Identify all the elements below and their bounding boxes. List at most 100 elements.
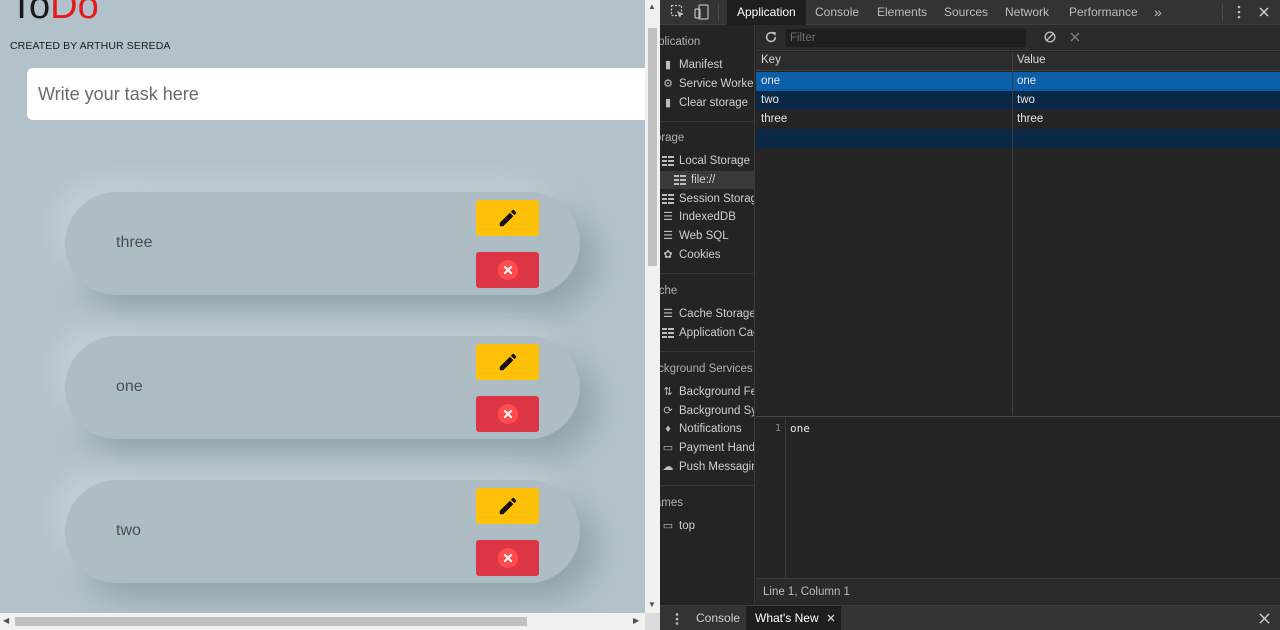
sidebar-item-label: Manifest (679, 59, 723, 71)
table-row[interactable]: three three (756, 110, 1280, 129)
app-subtitle: CREATED BY ARTHUR SEREDA (10, 40, 171, 52)
sidebar-item-file-origin[interactable]: file:// (660, 171, 754, 189)
app-title-part1: To (10, 0, 51, 27)
sidebar-item-label: Local Storage (679, 155, 750, 167)
sidebar-item-push-messaging[interactable]: ☁ Push Messaging (662, 458, 755, 476)
row-value: three (1017, 113, 1044, 125)
scroll-left-arrow-icon[interactable]: ◀ (3, 616, 9, 625)
edit-task-button[interactable] (476, 344, 539, 380)
scroll-down-arrow-icon[interactable]: ▼ (648, 600, 656, 609)
sidebar-divider (660, 485, 754, 486)
sidebar-item-web-sql[interactable]: ☰ Web SQL (662, 227, 729, 245)
edit-task-button[interactable] (476, 200, 539, 236)
kebab-menu-icon[interactable] (1230, 4, 1248, 20)
table-header: Key Value (756, 52, 1280, 71)
delete-selected-icon[interactable] (1069, 31, 1081, 43)
drawer-tab-whats-new[interactable]: What's New (746, 606, 841, 630)
scroll-right-arrow-icon[interactable]: ▶ (633, 616, 639, 625)
sidebar-item-label: Notifications (679, 423, 742, 435)
arrows-updown-icon: ⇅ (663, 386, 673, 398)
line-number: 1 (774, 423, 781, 434)
table-icon (662, 156, 674, 166)
sidebar-item-background-sync[interactable]: ⟳ Background Sync (662, 402, 754, 420)
delete-task-button[interactable] (476, 396, 539, 432)
refresh-icon[interactable] (764, 30, 778, 44)
scroll-up-arrow-icon[interactable]: ▲ (648, 2, 656, 11)
table-icon (662, 328, 674, 338)
task-input[interactable] (27, 68, 645, 120)
sidebar-item-label: Cookies (679, 249, 721, 261)
sidebar-item-session-storage[interactable]: Session Storage (662, 190, 754, 208)
column-header-value[interactable]: Value (1017, 54, 1046, 66)
sidebar-item-label: IndexedDB (679, 211, 736, 223)
table-icon (674, 175, 686, 185)
delete-task-button[interactable] (476, 540, 539, 576)
delete-task-button[interactable] (476, 252, 539, 288)
close-icon (497, 404, 518, 424)
storage-view: Key Value one one two two three three 1 … (756, 25, 1280, 605)
tab-console[interactable]: Console (805, 0, 869, 25)
horizontal-scrollbar[interactable]: ◀ ▶ (0, 613, 645, 630)
trash-icon: ▮ (664, 97, 672, 109)
local-storage-table: Key Value one one two two three three (756, 52, 1280, 415)
sidebar-item-manifest[interactable]: ▮ Manifest (662, 56, 723, 74)
cookie-icon: ✿ (663, 249, 673, 261)
sidebar-item-indexeddb[interactable]: ☰ IndexedDB (662, 208, 736, 226)
sidebar-item-payment-handler[interactable]: ▭ Payment Handler (662, 439, 754, 457)
table-row-empty[interactable] (756, 129, 1280, 148)
inspect-element-icon[interactable] (669, 4, 687, 20)
sidebar-item-background-fetch[interactable]: ⇅ Background Fetch (662, 383, 754, 401)
tab-performance[interactable]: Performance (1059, 0, 1148, 25)
row-value: two (1017, 94, 1035, 106)
table-row[interactable]: two two (756, 91, 1280, 110)
sidebar-item-label: Cache Storage (679, 308, 755, 320)
sidebar-header-cache: Cache (660, 285, 678, 297)
sidebar-header-storage: Storage (660, 132, 685, 144)
line-gutter: 1 (756, 417, 786, 579)
more-tabs-icon[interactable]: » (1144, 0, 1172, 25)
tab-application[interactable]: Application (727, 0, 806, 25)
sidebar-item-top-frame[interactable]: ▭ top (662, 517, 695, 535)
close-drawer-icon[interactable] (1259, 613, 1270, 624)
task-text: two (116, 522, 141, 539)
vertical-scrollbar[interactable]: ▲ ▼ (645, 0, 660, 613)
table-row[interactable]: one one (756, 72, 1280, 91)
database-icon: ☰ (663, 230, 673, 242)
device-toolbar-icon[interactable] (693, 4, 711, 20)
todo-app: ToDo CREATED BY ARTHUR SEREDA three one … (0, 0, 645, 613)
scrollbar-corner (645, 613, 660, 630)
app-title: ToDo (10, 0, 99, 28)
close-tab-icon[interactable] (827, 614, 835, 622)
database-icon: ☰ (663, 211, 673, 223)
sidebar-header-background-services: Background Services (660, 363, 753, 375)
sidebar-item-notifications[interactable]: ♦ Notifications (662, 420, 742, 438)
close-devtools-icon[interactable] (1255, 4, 1273, 20)
storage-toolbar (756, 25, 1280, 51)
row-key: one (761, 75, 781, 87)
tab-network[interactable]: Network (995, 0, 1059, 25)
sidebar-item-service-workers[interactable]: ⚙ Service Workers (662, 75, 754, 93)
sidebar-item-application-cache[interactable]: Application Cache (662, 324, 754, 342)
column-header-key[interactable]: Key (761, 54, 781, 66)
sidebar-item-cookies[interactable]: ✿ Cookies (662, 246, 721, 264)
bell-icon: ♦ (665, 423, 671, 435)
drawer-tab-label: What's New (755, 611, 819, 625)
clear-all-icon[interactable] (1043, 30, 1057, 44)
horizontal-scroll-thumb[interactable] (15, 617, 527, 626)
task-card: three (65, 192, 580, 295)
sidebar-item-label: file:// (691, 174, 716, 186)
tab-elements[interactable]: Elements (867, 0, 937, 25)
sidebar-item-local-storage[interactable]: Local Storage (662, 152, 750, 170)
edit-task-button[interactable] (476, 488, 539, 524)
sidebar-item-cache-storage[interactable]: ☰ Cache Storage (662, 305, 755, 323)
filter-input[interactable] (786, 29, 1026, 47)
vertical-scroll-thumb[interactable] (648, 28, 657, 266)
drawer-tab-console[interactable]: Console (687, 606, 749, 630)
sidebar-divider (660, 121, 754, 122)
sidebar-header-frames: Frames (660, 497, 683, 509)
devtools-drawer: Console What's New (660, 605, 1280, 630)
tab-sources[interactable]: Sources (934, 0, 998, 25)
drawer-menu-icon[interactable] (672, 612, 682, 626)
column-divider[interactable] (1012, 52, 1013, 415)
sidebar-item-clear-storage[interactable]: ▮ Clear storage (662, 94, 748, 112)
